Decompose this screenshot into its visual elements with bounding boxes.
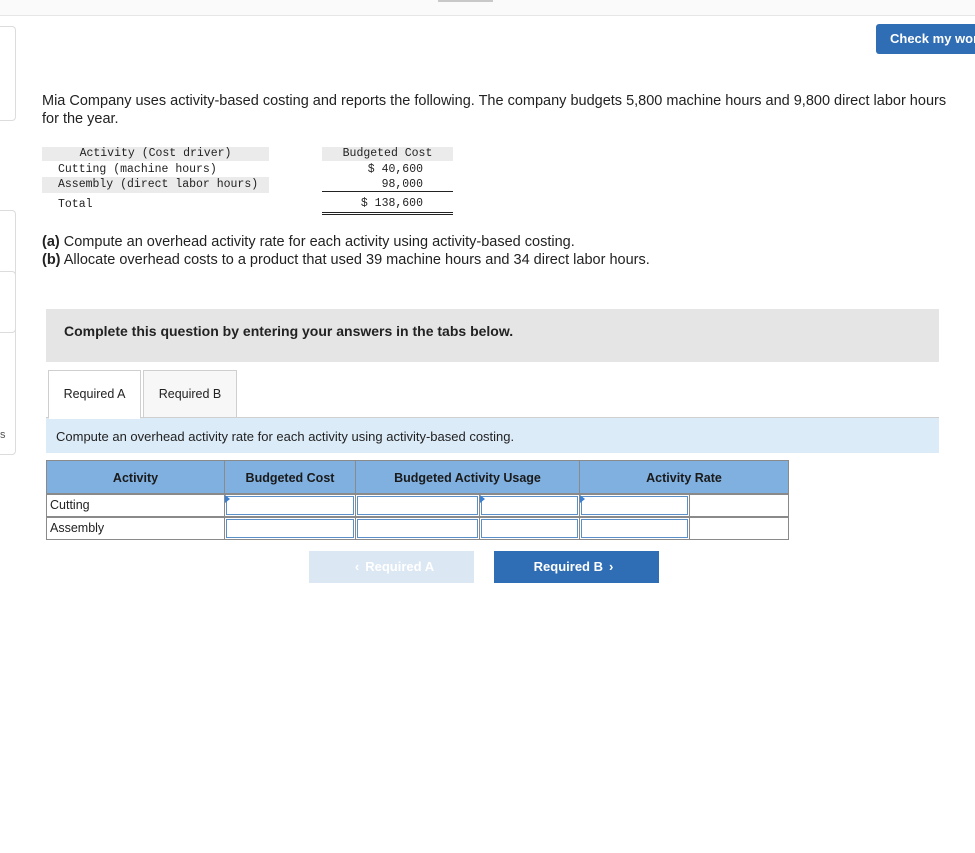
- cutting-usage-value-cell: [355, 494, 480, 517]
- check-my-work-button[interactable]: Check my work: [876, 24, 975, 54]
- previous-tab-button[interactable]: ‹ Required A: [309, 551, 474, 583]
- question-a: (a) Compute an overhead activity rate fo…: [42, 233, 650, 251]
- assembly-budgeted-cost-cell: [224, 517, 356, 540]
- budget-total-label: Total: [58, 198, 93, 211]
- dropdown-marker-icon: [480, 495, 485, 503]
- assembly-budgeted-cost-input[interactable]: [226, 519, 354, 538]
- cutting-rate-unit-cell: [689, 494, 789, 517]
- dropdown-marker-icon: [580, 495, 585, 503]
- row-label-cutting: Cutting: [50, 498, 90, 512]
- budget-row: Cutting (machine hours) $ 40,600: [42, 162, 454, 178]
- answer-table: Activity Budgeted Cost Budgeted Activity…: [46, 460, 789, 541]
- budget-header-activity: Activity (Cost driver): [42, 147, 269, 161]
- top-bar: [0, 0, 975, 16]
- row-label-assembly: Assembly: [50, 521, 105, 535]
- cutting-usage-unit-cell: [479, 494, 580, 517]
- previous-tab-label: Required A: [365, 559, 435, 574]
- instructions-banner: Complete this question by entering your …: [46, 309, 939, 362]
- assembly-rate-value-input[interactable]: [581, 519, 688, 538]
- question-b: (b) Allocate overhead costs to a product…: [42, 251, 650, 269]
- dropdown-marker-icon: [225, 495, 230, 503]
- cutting-budgeted-cost-cell: [224, 494, 356, 517]
- question-b-text: Allocate overhead costs to a product tha…: [60, 252, 650, 268]
- next-tab-button[interactable]: Required B ›: [494, 551, 659, 583]
- table-row-assembly: Assembly: [46, 517, 225, 540]
- column-header-budgeted-activity-usage: Budgeted Activity Usage: [355, 460, 580, 494]
- budget-row-cost-cell: 98,000: [322, 177, 453, 192]
- chevron-left-icon: ‹: [354, 559, 360, 574]
- cutting-rate-value-cell: [579, 494, 690, 517]
- budget-row-cost: $ 40,600: [367, 163, 423, 176]
- tab-instruction: Compute an overhead activity rate for ea…: [46, 418, 939, 453]
- budget-total-value: $ 138,600: [360, 197, 423, 210]
- side-glyph: s: [0, 429, 6, 441]
- question-b-label: (b): [42, 252, 61, 268]
- assembly-rate-value-cell: [579, 517, 690, 540]
- problem-intro: Mia Company uses activity-based costing …: [42, 93, 947, 127]
- budget-row: Assembly (direct labor hours): [42, 177, 269, 193]
- question-a-text: Compute an overhead activity rate for ea…: [59, 234, 575, 250]
- column-header-budgeted-cost: Budgeted Cost: [224, 460, 356, 494]
- budget-total-cell: $ 138,600: [322, 196, 453, 215]
- assembly-usage-value-input[interactable]: [357, 519, 478, 538]
- next-tab-label: Required B: [533, 559, 603, 574]
- tab-required-a[interactable]: Required A: [48, 370, 141, 419]
- assembly-usage-unit-input[interactable]: [481, 519, 578, 538]
- tab-instruction-text: Compute an overhead activity rate for ea…: [56, 429, 515, 444]
- column-header-activity: Activity: [46, 460, 225, 494]
- tab-required-b[interactable]: Required B: [143, 370, 237, 418]
- assembly-usage-value-cell: [355, 517, 480, 540]
- banner-text: Complete this question by entering your …: [64, 323, 514, 339]
- cutting-budgeted-cost-input[interactable]: [226, 496, 354, 515]
- budget-header-cost: Budgeted Cost: [322, 147, 453, 161]
- assembly-rate-unit-cell: [689, 517, 789, 540]
- budget-table-header: Activity (Cost driver) Budgeted Cost: [42, 147, 454, 163]
- side-panel-tab: [0, 271, 16, 333]
- column-header-activity-rate: Activity Rate: [579, 460, 789, 494]
- top-bar-handle: [438, 0, 493, 2]
- table-row-cutting: Cutting: [46, 494, 225, 517]
- cutting-rate-value-input[interactable]: [581, 496, 688, 515]
- budget-row-activity: Assembly (direct labor hours): [58, 178, 259, 191]
- budget-row-cost: 98,000: [381, 178, 423, 191]
- question-a-label: (a): [42, 234, 60, 250]
- assembly-usage-unit-cell: [479, 517, 580, 540]
- side-panel-tab[interactable]: [0, 26, 16, 121]
- chevron-right-icon: ›: [609, 559, 614, 574]
- cutting-usage-unit-input[interactable]: [481, 496, 578, 515]
- cutting-usage-value-input[interactable]: [357, 496, 478, 515]
- budget-row-activity: Cutting (machine hours): [58, 163, 217, 176]
- question-list: (a) Compute an overhead activity rate fo…: [42, 233, 650, 269]
